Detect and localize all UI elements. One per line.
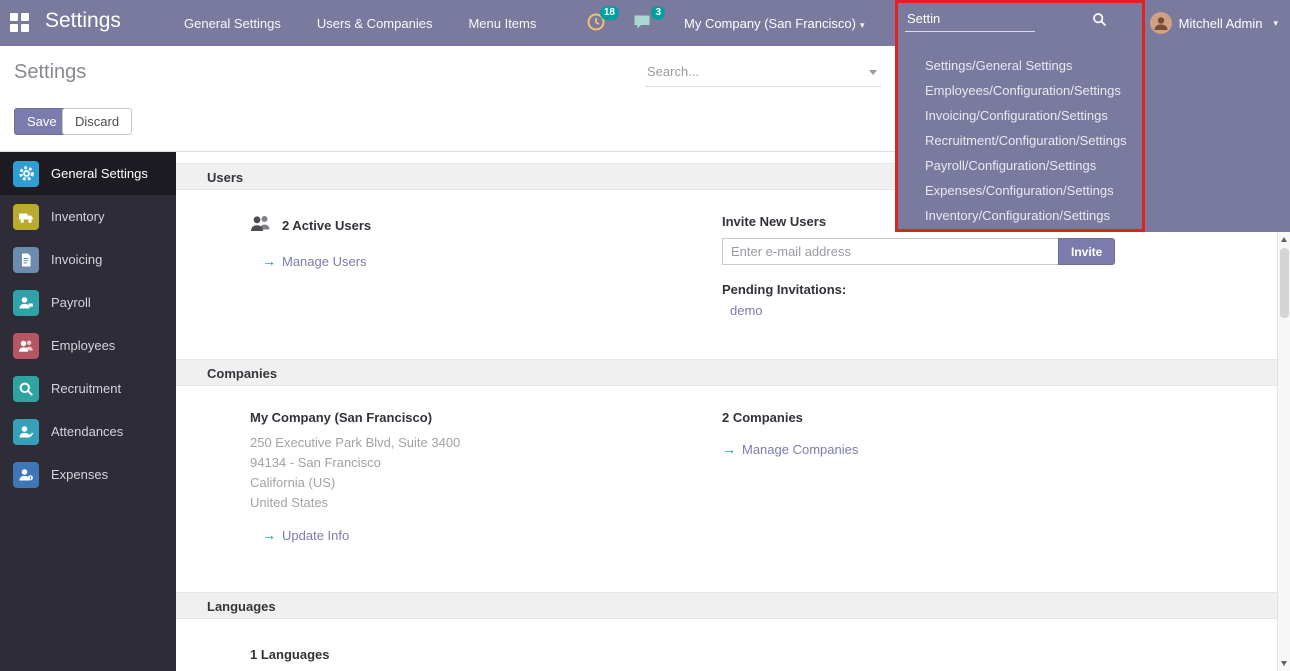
company-switcher[interactable]: My Company (San Francisco) ▾ — [684, 16, 864, 31]
search-result-item[interactable]: Recruitment/Configuration/Settings — [895, 128, 1290, 153]
search-result-item[interactable]: Settings/General Settings — [895, 53, 1290, 78]
user-menu[interactable]: Mitchell Admin ▾ — [1150, 0, 1278, 46]
update-info-label: Update Info — [282, 528, 349, 543]
apps-grid-square — [10, 24, 18, 32]
sidebar-item-attendances[interactable]: Attendances — [0, 410, 176, 453]
address-line: 250 Executive Park Blvd, Suite 3400 — [250, 433, 722, 453]
invite-button[interactable]: Invite — [1058, 238, 1115, 265]
content-search-input[interactable] — [645, 60, 881, 87]
recruitment-icon — [13, 376, 39, 402]
app-title: Settings — [45, 9, 121, 33]
settings-sidebar: General Settings Inventory Invoicing Pay… — [0, 152, 176, 671]
expenses-icon — [13, 462, 39, 488]
company-address: 250 Executive Park Blvd, Suite 3400 9413… — [250, 433, 722, 513]
companies-count: 2 Companies — [722, 410, 1237, 425]
companies-section: My Company (San Francisco) 250 Executive… — [176, 386, 1277, 581]
gear-icon — [13, 161, 39, 187]
sidebar-item-label: Expenses — [51, 467, 108, 482]
navbar-search — [905, 7, 1117, 37]
sidebar-item-label: Payroll — [51, 295, 91, 310]
invite-input-group: Invite — [722, 238, 1237, 265]
sidebar-item-label: Attendances — [51, 424, 123, 439]
search-result-item[interactable]: Expenses/Configuration/Settings — [895, 178, 1290, 203]
invoice-icon — [13, 247, 39, 273]
sidebar-item-label: Employees — [51, 338, 115, 353]
activity-badge: 18 — [600, 6, 619, 20]
sidebar-item-payroll[interactable]: Payroll — [0, 281, 176, 324]
address-line: United States — [250, 493, 722, 513]
search-results-dropdown: Settings/General Settings Employees/Conf… — [895, 46, 1290, 232]
search-result-item[interactable]: Inventory/Configuration/Settings — [895, 203, 1290, 228]
menu-general-settings[interactable]: General Settings — [184, 16, 281, 31]
pending-user-link[interactable]: demo — [730, 303, 1237, 318]
user-name: Mitchell Admin — [1179, 16, 1263, 31]
apps-grid-square — [21, 13, 29, 21]
address-line: California (US) — [250, 473, 722, 493]
menu-users-companies[interactable]: Users & Companies — [317, 16, 433, 31]
content-search — [645, 60, 881, 87]
messages-icon[interactable]: 3 — [632, 12, 654, 34]
search-result-item[interactable]: Employees/Configuration/Settings — [895, 78, 1290, 103]
systray: 18 3 My Company (San Francisco) ▾ — [586, 0, 864, 46]
manage-users-label: Manage Users — [282, 254, 367, 269]
truck-icon — [13, 204, 39, 230]
search-icon[interactable] — [1092, 12, 1107, 32]
attendance-icon — [13, 419, 39, 445]
menu-menu-items[interactable]: Menu Items — [468, 16, 536, 31]
company-switcher-label: My Company (San Francisco) — [684, 16, 856, 31]
top-navbar: Settings General Settings Users & Compan… — [0, 0, 1290, 46]
sidebar-item-label: Inventory — [51, 209, 104, 224]
sidebar-item-general-settings[interactable]: General Settings — [0, 152, 176, 195]
arrow-right-icon: → — [262, 253, 276, 269]
sidebar-item-label: General Settings — [51, 166, 148, 181]
breadcrumb: Settings — [14, 61, 86, 84]
scroll-down-icon[interactable] — [1281, 661, 1287, 666]
update-info-link[interactable]: → Update Info — [262, 527, 349, 543]
discard-button[interactable]: Discard — [62, 108, 132, 135]
arrow-right-icon: → — [262, 527, 276, 543]
users-group-icon — [250, 214, 272, 237]
sidebar-item-invoicing[interactable]: Invoicing — [0, 238, 176, 281]
scroll-up-icon[interactable] — [1281, 237, 1287, 242]
employees-icon — [13, 333, 39, 359]
section-header-languages: Languages — [176, 592, 1277, 619]
sidebar-item-inventory[interactable]: Inventory — [0, 195, 176, 238]
arrow-right-icon: → — [722, 441, 736, 457]
sidebar-item-expenses[interactable]: Expenses — [0, 453, 176, 496]
section-header-companies: Companies — [176, 359, 1277, 386]
avatar — [1150, 12, 1172, 34]
active-users-count: 2 Active Users — [282, 218, 371, 233]
messages-badge: 3 — [651, 6, 665, 20]
sidebar-item-label: Recruitment — [51, 381, 121, 396]
filter-chevron-icon[interactable] — [869, 70, 877, 75]
apps-grid-square — [21, 24, 29, 32]
pending-invitations-label: Pending Invitations: — [722, 282, 1237, 297]
invite-email-input[interactable] — [722, 238, 1058, 265]
manage-users-link[interactable]: → Manage Users — [262, 253, 367, 269]
sidebar-item-label: Invoicing — [51, 252, 102, 267]
languages-count: 1 Languages — [250, 647, 1277, 662]
sidebar-item-recruitment[interactable]: Recruitment — [0, 367, 176, 410]
navbar-search-input[interactable] — [905, 7, 1035, 32]
apps-menu-icon[interactable] — [10, 13, 32, 33]
settings-page: Settings General Settings Users & Compan… — [0, 0, 1290, 671]
manage-companies-label: Manage Companies — [742, 442, 858, 457]
chevron-down-icon: ▾ — [1273, 18, 1278, 29]
languages-section: 1 Languages → Manage Languages — [176, 619, 1277, 671]
scrollbar-thumb[interactable] — [1280, 248, 1289, 318]
activity-clock-icon[interactable]: 18 — [586, 12, 608, 34]
search-result-item[interactable]: Invoicing/Configuration/Settings — [895, 103, 1290, 128]
apps-grid-square — [10, 13, 18, 21]
sidebar-item-employees[interactable]: Employees — [0, 324, 176, 367]
navbar-menu: General Settings Users & Companies Menu … — [184, 0, 536, 46]
chevron-down-icon: ▾ — [860, 20, 865, 30]
payroll-icon — [13, 290, 39, 316]
vertical-scrollbar[interactable] — [1277, 232, 1290, 671]
manage-companies-link[interactable]: → Manage Companies — [722, 441, 858, 457]
search-result-item[interactable]: Payroll/Configuration/Settings — [895, 153, 1290, 178]
company-name: My Company (San Francisco) — [250, 410, 722, 425]
address-line: 94134 - San Francisco — [250, 453, 722, 473]
